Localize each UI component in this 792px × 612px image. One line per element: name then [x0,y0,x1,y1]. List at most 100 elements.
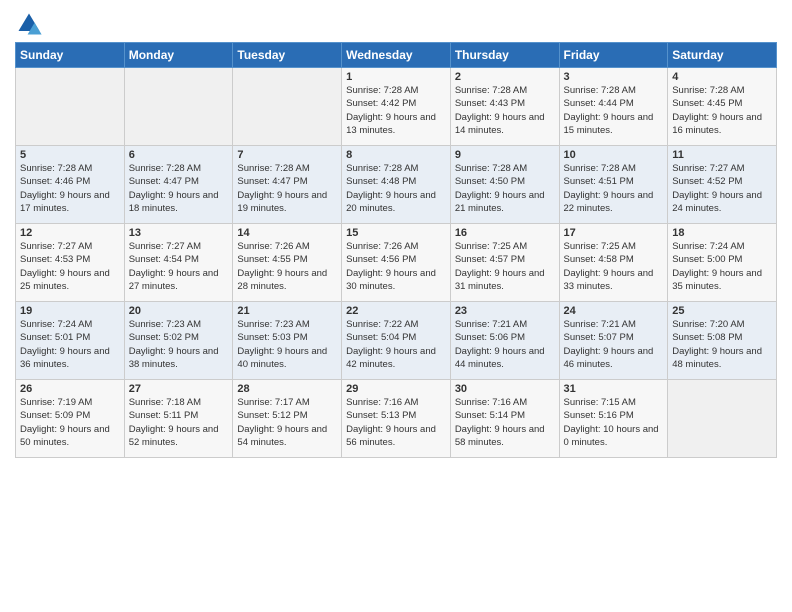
day-number: 10 [564,149,664,161]
calendar-cell: 25Sunrise: 7:20 AM Sunset: 5:08 PM Dayli… [668,302,777,380]
day-info: Sunrise: 7:27 AM Sunset: 4:52 PM Dayligh… [672,162,772,215]
main-container: SundayMondayTuesdayWednesdayThursdayFrid… [0,0,792,468]
calendar-cell: 27Sunrise: 7:18 AM Sunset: 5:11 PM Dayli… [124,380,233,458]
day-number: 22 [346,305,446,317]
day-info: Sunrise: 7:24 AM Sunset: 5:00 PM Dayligh… [672,240,772,293]
day-number: 31 [564,383,664,395]
day-number: 29 [346,383,446,395]
day-info: Sunrise: 7:28 AM Sunset: 4:47 PM Dayligh… [129,162,229,215]
day-number: 12 [20,227,120,239]
calendar-cell: 29Sunrise: 7:16 AM Sunset: 5:13 PM Dayli… [342,380,451,458]
calendar-cell: 1Sunrise: 7:28 AM Sunset: 4:42 PM Daylig… [342,68,451,146]
column-header-thursday: Thursday [450,43,559,68]
calendar-cell [233,68,342,146]
day-info: Sunrise: 7:28 AM Sunset: 4:43 PM Dayligh… [455,84,555,137]
day-info: Sunrise: 7:28 AM Sunset: 4:48 PM Dayligh… [346,162,446,215]
day-number: 16 [455,227,555,239]
day-info: Sunrise: 7:25 AM Sunset: 4:58 PM Dayligh… [564,240,664,293]
day-number: 4 [672,71,772,83]
calendar-cell: 23Sunrise: 7:21 AM Sunset: 5:06 PM Dayli… [450,302,559,380]
day-number: 5 [20,149,120,161]
week-row-5: 26Sunrise: 7:19 AM Sunset: 5:09 PM Dayli… [16,380,777,458]
calendar-cell [16,68,125,146]
calendar-cell: 11Sunrise: 7:27 AM Sunset: 4:52 PM Dayli… [668,146,777,224]
column-header-monday: Monday [124,43,233,68]
day-info: Sunrise: 7:16 AM Sunset: 5:13 PM Dayligh… [346,396,446,449]
week-row-1: 1Sunrise: 7:28 AM Sunset: 4:42 PM Daylig… [16,68,777,146]
column-header-friday: Friday [559,43,668,68]
calendar-cell: 21Sunrise: 7:23 AM Sunset: 5:03 PM Dayli… [233,302,342,380]
day-info: Sunrise: 7:28 AM Sunset: 4:45 PM Dayligh… [672,84,772,137]
day-info: Sunrise: 7:24 AM Sunset: 5:01 PM Dayligh… [20,318,120,371]
day-info: Sunrise: 7:17 AM Sunset: 5:12 PM Dayligh… [237,396,337,449]
calendar-cell: 12Sunrise: 7:27 AM Sunset: 4:53 PM Dayli… [16,224,125,302]
day-number: 14 [237,227,337,239]
week-row-3: 12Sunrise: 7:27 AM Sunset: 4:53 PM Dayli… [16,224,777,302]
calendar-cell: 19Sunrise: 7:24 AM Sunset: 5:01 PM Dayli… [16,302,125,380]
day-info: Sunrise: 7:21 AM Sunset: 5:06 PM Dayligh… [455,318,555,371]
column-header-tuesday: Tuesday [233,43,342,68]
day-number: 11 [672,149,772,161]
day-number: 27 [129,383,229,395]
day-info: Sunrise: 7:27 AM Sunset: 4:54 PM Dayligh… [129,240,229,293]
calendar-cell: 2Sunrise: 7:28 AM Sunset: 4:43 PM Daylig… [450,68,559,146]
day-info: Sunrise: 7:22 AM Sunset: 5:04 PM Dayligh… [346,318,446,371]
day-info: Sunrise: 7:28 AM Sunset: 4:44 PM Dayligh… [564,84,664,137]
day-info: Sunrise: 7:28 AM Sunset: 4:46 PM Dayligh… [20,162,120,215]
calendar-table: SundayMondayTuesdayWednesdayThursdayFrid… [15,42,777,458]
day-info: Sunrise: 7:28 AM Sunset: 4:47 PM Dayligh… [237,162,337,215]
calendar-cell: 28Sunrise: 7:17 AM Sunset: 5:12 PM Dayli… [233,380,342,458]
logo-icon [15,10,43,38]
calendar-cell: 3Sunrise: 7:28 AM Sunset: 4:44 PM Daylig… [559,68,668,146]
calendar-cell: 6Sunrise: 7:28 AM Sunset: 4:47 PM Daylig… [124,146,233,224]
calendar-cell [668,380,777,458]
calendar-cell: 30Sunrise: 7:16 AM Sunset: 5:14 PM Dayli… [450,380,559,458]
day-info: Sunrise: 7:15 AM Sunset: 5:16 PM Dayligh… [564,396,664,449]
calendar-cell: 13Sunrise: 7:27 AM Sunset: 4:54 PM Dayli… [124,224,233,302]
calendar-cell: 24Sunrise: 7:21 AM Sunset: 5:07 PM Dayli… [559,302,668,380]
day-info: Sunrise: 7:28 AM Sunset: 4:51 PM Dayligh… [564,162,664,215]
calendar-cell: 15Sunrise: 7:26 AM Sunset: 4:56 PM Dayli… [342,224,451,302]
week-row-4: 19Sunrise: 7:24 AM Sunset: 5:01 PM Dayli… [16,302,777,380]
day-number: 28 [237,383,337,395]
calendar-cell: 14Sunrise: 7:26 AM Sunset: 4:55 PM Dayli… [233,224,342,302]
day-number: 17 [564,227,664,239]
header [15,10,777,38]
calendar-cell: 18Sunrise: 7:24 AM Sunset: 5:00 PM Dayli… [668,224,777,302]
day-info: Sunrise: 7:27 AM Sunset: 4:53 PM Dayligh… [20,240,120,293]
day-number: 25 [672,305,772,317]
day-info: Sunrise: 7:16 AM Sunset: 5:14 PM Dayligh… [455,396,555,449]
day-number: 15 [346,227,446,239]
column-header-wednesday: Wednesday [342,43,451,68]
calendar-cell: 9Sunrise: 7:28 AM Sunset: 4:50 PM Daylig… [450,146,559,224]
day-number: 2 [455,71,555,83]
day-info: Sunrise: 7:18 AM Sunset: 5:11 PM Dayligh… [129,396,229,449]
day-info: Sunrise: 7:28 AM Sunset: 4:50 PM Dayligh… [455,162,555,215]
logo [15,10,47,38]
day-info: Sunrise: 7:21 AM Sunset: 5:07 PM Dayligh… [564,318,664,371]
calendar-cell: 26Sunrise: 7:19 AM Sunset: 5:09 PM Dayli… [16,380,125,458]
day-number: 19 [20,305,120,317]
day-info: Sunrise: 7:25 AM Sunset: 4:57 PM Dayligh… [455,240,555,293]
calendar-cell: 17Sunrise: 7:25 AM Sunset: 4:58 PM Dayli… [559,224,668,302]
day-number: 24 [564,305,664,317]
day-info: Sunrise: 7:26 AM Sunset: 4:56 PM Dayligh… [346,240,446,293]
day-number: 30 [455,383,555,395]
day-info: Sunrise: 7:23 AM Sunset: 5:03 PM Dayligh… [237,318,337,371]
calendar-cell: 10Sunrise: 7:28 AM Sunset: 4:51 PM Dayli… [559,146,668,224]
day-number: 3 [564,71,664,83]
calendar-cell: 8Sunrise: 7:28 AM Sunset: 4:48 PM Daylig… [342,146,451,224]
day-number: 6 [129,149,229,161]
calendar-cell: 7Sunrise: 7:28 AM Sunset: 4:47 PM Daylig… [233,146,342,224]
column-header-saturday: Saturday [668,43,777,68]
day-number: 20 [129,305,229,317]
day-number: 9 [455,149,555,161]
day-number: 13 [129,227,229,239]
calendar-cell: 22Sunrise: 7:22 AM Sunset: 5:04 PM Dayli… [342,302,451,380]
week-row-2: 5Sunrise: 7:28 AM Sunset: 4:46 PM Daylig… [16,146,777,224]
column-header-sunday: Sunday [16,43,125,68]
day-info: Sunrise: 7:23 AM Sunset: 5:02 PM Dayligh… [129,318,229,371]
day-info: Sunrise: 7:19 AM Sunset: 5:09 PM Dayligh… [20,396,120,449]
day-number: 7 [237,149,337,161]
calendar-cell [124,68,233,146]
